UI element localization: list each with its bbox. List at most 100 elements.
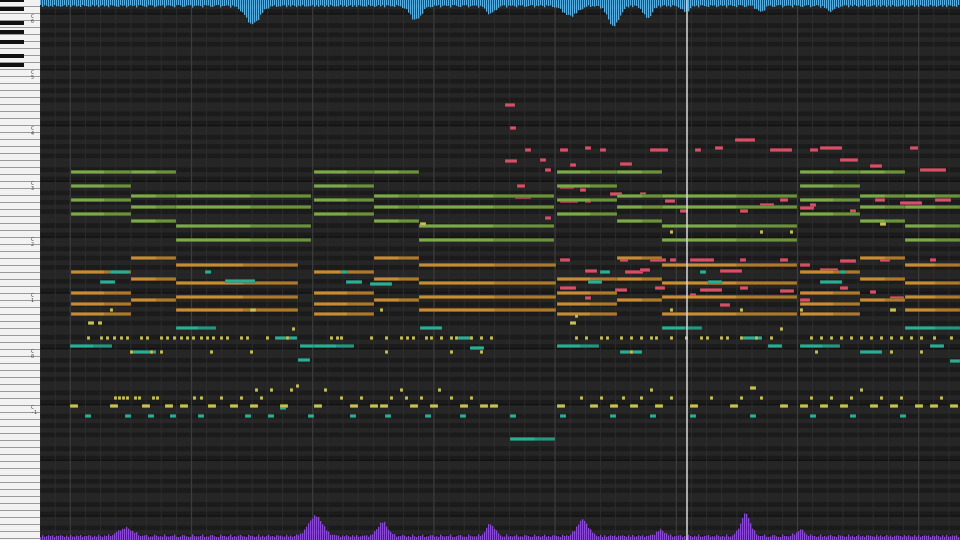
midi-note[interactable] xyxy=(429,336,434,340)
midi-note[interactable] xyxy=(211,336,216,340)
midi-note[interactable] xyxy=(265,336,270,340)
midi-note[interactable] xyxy=(125,396,130,400)
midi-note[interactable] xyxy=(889,308,897,312)
midi-note[interactable] xyxy=(339,396,344,400)
midi-note[interactable] xyxy=(524,148,532,152)
midi-note[interactable] xyxy=(313,404,323,408)
midi-note[interactable] xyxy=(384,414,392,418)
midi-note[interactable] xyxy=(629,404,639,408)
midi-note[interactable] xyxy=(489,404,499,408)
white-key[interactable] xyxy=(0,427,40,434)
midi-note[interactable] xyxy=(819,336,824,340)
midi-note[interactable] xyxy=(699,288,723,292)
midi-note[interactable] xyxy=(779,404,789,408)
white-key[interactable] xyxy=(0,329,40,336)
black-key[interactable] xyxy=(0,0,24,2)
midi-note[interactable] xyxy=(929,258,937,262)
midi-note[interactable] xyxy=(569,163,577,167)
midi-note[interactable] xyxy=(869,290,877,294)
white-key[interactable] xyxy=(0,518,40,525)
white-key[interactable] xyxy=(0,105,40,112)
white-key[interactable] xyxy=(0,91,40,98)
midi-note[interactable] xyxy=(479,350,484,354)
midi-note[interactable] xyxy=(949,404,959,408)
white-key[interactable] xyxy=(0,497,40,504)
midi-note[interactable] xyxy=(259,396,264,400)
midi-note[interactable] xyxy=(335,336,340,340)
midi-note[interactable] xyxy=(599,396,604,400)
midi-note[interactable] xyxy=(649,336,654,340)
midi-note[interactable] xyxy=(289,388,294,392)
midi-note[interactable] xyxy=(587,280,603,284)
midi-note[interactable] xyxy=(159,336,164,340)
white-key[interactable] xyxy=(0,504,40,511)
midi-note[interactable] xyxy=(244,414,252,418)
midi-note[interactable] xyxy=(569,321,577,325)
white-key[interactable] xyxy=(0,469,40,476)
white-key[interactable] xyxy=(0,490,40,497)
midi-note[interactable] xyxy=(179,336,184,340)
white-key[interactable] xyxy=(0,217,40,224)
midi-note[interactable] xyxy=(819,146,843,150)
midi-note[interactable] xyxy=(359,396,364,400)
midi-note[interactable] xyxy=(929,344,945,348)
white-key[interactable] xyxy=(0,448,40,455)
white-key[interactable] xyxy=(0,252,40,259)
midi-note[interactable] xyxy=(539,158,547,162)
midi-note[interactable] xyxy=(799,263,811,267)
midi-note[interactable] xyxy=(139,336,144,340)
white-key[interactable] xyxy=(0,420,40,427)
midi-note[interactable] xyxy=(179,404,189,408)
midi-note[interactable] xyxy=(249,308,257,312)
midi-note[interactable] xyxy=(192,396,197,400)
midi-note[interactable] xyxy=(734,138,756,142)
midi-note[interactable] xyxy=(707,280,723,284)
midi-note[interactable] xyxy=(141,404,151,408)
midi-note[interactable] xyxy=(899,414,907,418)
white-key[interactable] xyxy=(0,259,40,266)
black-key[interactable] xyxy=(0,62,24,67)
midi-note[interactable] xyxy=(874,198,886,202)
midi-note[interactable] xyxy=(129,350,134,354)
midi-note[interactable] xyxy=(169,414,177,418)
midi-note[interactable] xyxy=(949,336,954,340)
midi-note[interactable] xyxy=(609,404,619,408)
midi-note[interactable] xyxy=(267,414,275,418)
white-key[interactable] xyxy=(0,210,40,217)
midi-note[interactable] xyxy=(159,350,164,354)
midi-note[interactable] xyxy=(229,404,239,408)
piano-roll-canvas[interactable] xyxy=(40,0,960,540)
midi-note[interactable] xyxy=(449,350,454,354)
midi-note[interactable] xyxy=(664,199,676,203)
midi-note[interactable] xyxy=(121,396,126,400)
midi-note[interactable] xyxy=(69,404,79,408)
midi-note[interactable] xyxy=(113,396,118,400)
midi-note[interactable] xyxy=(714,146,724,150)
midi-note[interactable] xyxy=(929,404,939,408)
midi-note[interactable] xyxy=(205,336,210,340)
midi-note[interactable] xyxy=(109,308,114,312)
midi-note[interactable] xyxy=(149,350,154,354)
midi-note[interactable] xyxy=(739,396,744,400)
white-key[interactable] xyxy=(0,364,40,371)
midi-note[interactable] xyxy=(859,350,883,354)
midi-note[interactable] xyxy=(839,259,857,263)
midi-note[interactable] xyxy=(197,414,205,418)
midi-note[interactable] xyxy=(739,336,744,340)
midi-note[interactable] xyxy=(172,336,177,340)
midi-note[interactable] xyxy=(219,336,224,340)
midi-note[interactable] xyxy=(384,350,389,354)
midi-note[interactable] xyxy=(125,336,130,340)
white-key[interactable] xyxy=(0,84,40,91)
note-grid[interactable] xyxy=(40,0,960,540)
midi-note[interactable] xyxy=(629,336,634,340)
midi-note[interactable] xyxy=(849,336,854,340)
white-key[interactable] xyxy=(0,392,40,399)
midi-note[interactable] xyxy=(767,344,783,348)
white-key[interactable] xyxy=(0,273,40,280)
midi-note[interactable] xyxy=(839,270,847,274)
midi-note[interactable] xyxy=(489,336,494,340)
midi-note[interactable] xyxy=(369,282,393,286)
midi-note[interactable] xyxy=(934,198,952,202)
midi-note[interactable] xyxy=(209,350,214,354)
